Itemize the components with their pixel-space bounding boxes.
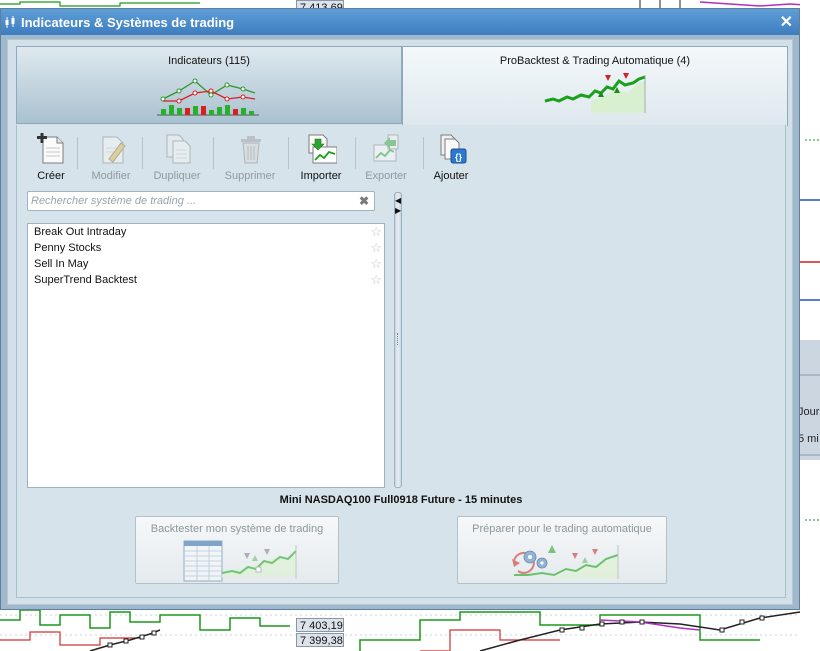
tab-indicators[interactable]: Indicateurs (115) (16, 46, 402, 124)
toolbar-separator (288, 137, 289, 169)
modify-button[interactable]: Modifier (81, 133, 141, 183)
systems-panel: Créer Modifier Dupliquer Supprimer Impor… (16, 125, 786, 598)
duplicate-button[interactable]: Dupliquer (147, 133, 207, 183)
system-name: Sell In May (34, 258, 89, 270)
dialog-title-bar[interactable]: Indicateurs & Systèmes de trading ✕ (1, 9, 799, 35)
backtest-chart-icon (544, 73, 646, 113)
price-label: 7 403,19 (296, 618, 344, 632)
import-label: Importer (300, 170, 342, 182)
favorite-star-icon[interactable]: ☆ (370, 240, 382, 256)
backtest-button[interactable]: Backtester mon système de trading (135, 516, 339, 584)
list-item[interactable]: Break Out Intraday ☆ (28, 224, 384, 240)
duplicate-label: Dupliquer (153, 170, 201, 182)
indicators-chart-icon (157, 78, 259, 116)
system-name: Penny Stocks (34, 242, 102, 254)
trading-systems-dialog: Indicateurs & Systèmes de trading ✕ Indi… (0, 8, 800, 610)
list-item[interactable]: Sell In May ☆ (28, 256, 384, 272)
tab-probacktest[interactable]: ProBacktest & Trading Automatique (4) (402, 46, 788, 126)
export-icon (373, 134, 399, 162)
timeframe-label: 5 mi (798, 433, 820, 445)
trading-systems-list: Break Out Intraday ☆ Penny Stocks ☆ Sell… (27, 223, 385, 488)
system-name: SuperTrend Backtest (34, 274, 137, 286)
dialog-title: Indicateurs & Systèmes de trading (21, 15, 235, 30)
close-icon[interactable]: ✕ (780, 12, 793, 32)
edit-document-icon (102, 136, 126, 164)
splitter-grip (397, 333, 400, 345)
delete-button[interactable]: Supprimer (220, 133, 280, 183)
favorite-star-icon[interactable]: ☆ (370, 224, 382, 240)
system-name: Break Out Intraday (34, 226, 127, 238)
trash-icon (241, 136, 261, 164)
expand-right-icon[interactable]: ▶ (395, 207, 401, 215)
add-library-icon: {} (440, 134, 467, 164)
delete-label: Supprimer (224, 170, 276, 182)
import-button[interactable]: Importer (291, 133, 351, 183)
tab-indicators-label: Indicateurs (115) (168, 55, 250, 67)
create-label: Créer (37, 170, 65, 182)
automatic-trading-label: Préparer pour le trading automatique (472, 523, 652, 535)
toolbar-separator (142, 137, 143, 169)
clear-search-icon[interactable]: ✖ (359, 194, 369, 208)
timeframe-label: Jour (798, 406, 820, 418)
duplicate-document-icon (166, 134, 191, 164)
toolbar-separator (213, 137, 214, 169)
dialog-body: Indicateurs (115) ProBacktest & Trading … (7, 39, 793, 605)
list-item[interactable]: SuperTrend Backtest ☆ (28, 272, 384, 288)
panel-splitter[interactable]: ◀ ▶ (394, 192, 402, 488)
automatic-trading-illustration-icon (512, 545, 619, 579)
add-button[interactable]: {} Ajouter (421, 133, 481, 183)
modify-label: Modifier (91, 170, 131, 182)
automatic-trading-button[interactable]: Préparer pour le trading automatique (457, 516, 667, 584)
favorite-star-icon[interactable]: ☆ (370, 256, 382, 272)
collapse-left-icon[interactable]: ◀ (395, 197, 401, 205)
create-button[interactable]: Créer (21, 133, 81, 183)
instrument-label: Mini NASDAQ100 Full0918 Future - 15 minu… (279, 494, 523, 506)
favorite-star-icon[interactable]: ☆ (370, 272, 382, 288)
search-input[interactable] (31, 193, 351, 209)
add-label: Ajouter (433, 170, 469, 182)
candlestick-app-icon (5, 16, 15, 28)
backtest-label: Backtester mon système de trading (150, 523, 324, 535)
price-label: 7 399,38 (296, 633, 344, 647)
import-icon (308, 134, 337, 164)
svg-text:{}: {} (455, 152, 463, 162)
export-button[interactable]: Exporter (356, 133, 416, 183)
new-document-icon (37, 133, 64, 164)
list-item[interactable]: Penny Stocks ☆ (28, 240, 384, 256)
tab-probacktest-label: ProBacktest & Trading Automatique (4) (499, 55, 691, 67)
export-label: Exporter (365, 170, 407, 182)
search-box: ✖ (27, 191, 375, 211)
backtest-illustration-icon (183, 540, 297, 582)
toolbar-separator (77, 137, 78, 169)
